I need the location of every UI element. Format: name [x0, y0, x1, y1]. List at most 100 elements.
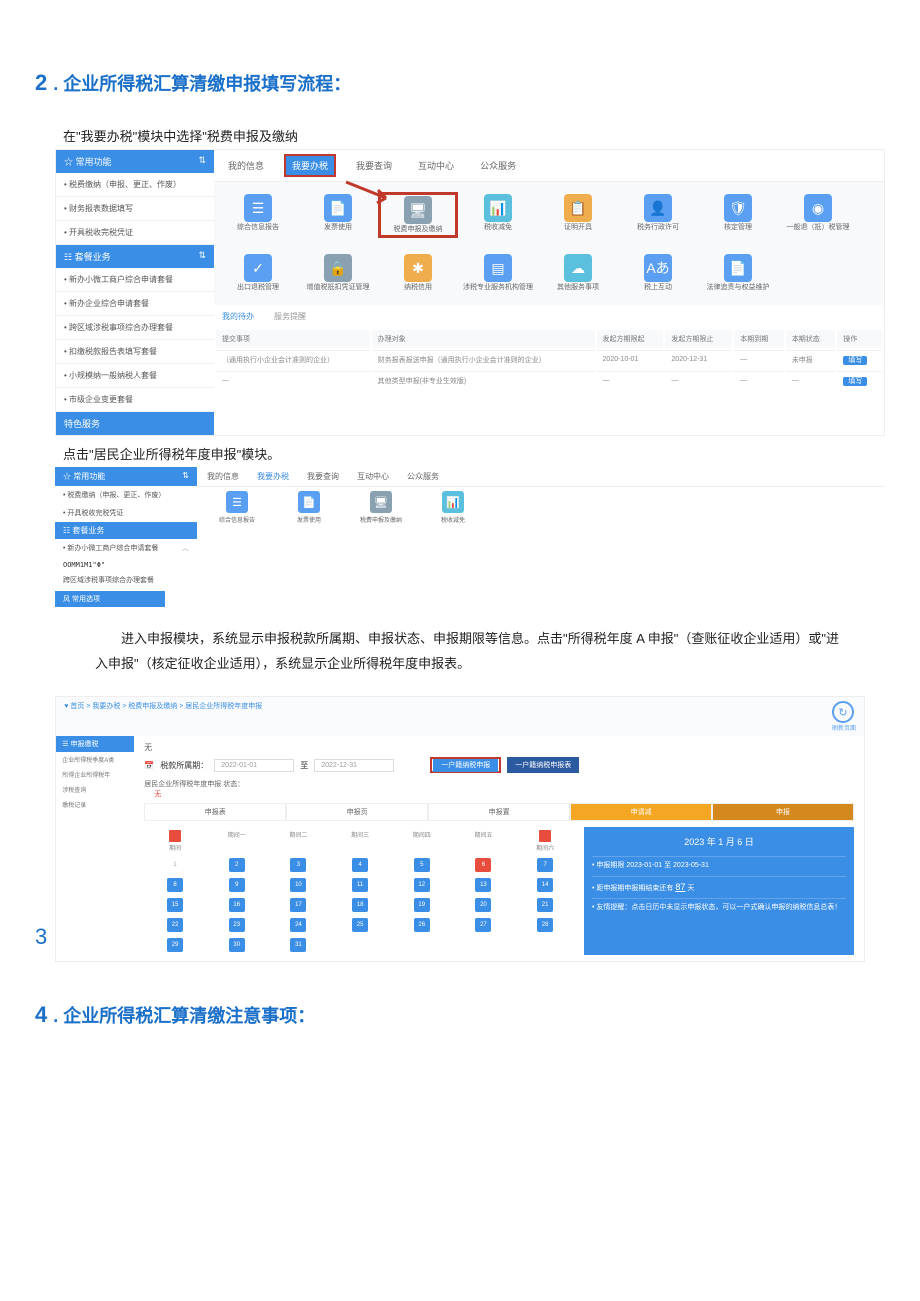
sidebar-item[interactable]: 所得企业所得税年 — [56, 767, 134, 782]
calendar-cell[interactable]: 15 — [144, 895, 206, 915]
calendar-cell[interactable]: 9 — [206, 875, 268, 895]
report-a-button[interactable]: 一户籍纳税申报 — [433, 759, 498, 772]
sidebar-item[interactable]: • 新办小微工商户综合申请套餐 — [56, 268, 214, 292]
sidebar-item[interactable]: • 开具税收完税凭证 — [56, 221, 214, 245]
service-tile[interactable]: ▤涉税专业服务机构管理 — [458, 250, 538, 296]
service-tile[interactable]: ✱纳税信用 — [378, 250, 458, 296]
tab-myinfo[interactable]: 我的信息 — [222, 156, 270, 175]
service-tile[interactable]: 📊税收减免 — [458, 190, 538, 240]
calendar-cell[interactable] — [391, 935, 453, 955]
service-tile[interactable]: 📋证明开具 — [538, 190, 618, 240]
calendar-cell[interactable] — [453, 935, 515, 955]
calendar-cell[interactable]: 29 — [144, 935, 206, 955]
tab-query[interactable]: 我要查询 — [305, 469, 341, 484]
table-row: （通用执行小企业会计准则的企业）财务报表报送申报（通用执行小企业会计准则的企业）… — [216, 350, 882, 369]
tab-interact[interactable]: 互动中心 — [412, 156, 460, 175]
calendar-cell[interactable]: 16 — [206, 895, 268, 915]
subtab-todo[interactable]: 我的待办 — [222, 309, 254, 324]
calendar-cell[interactable]: 27 — [453, 915, 515, 935]
sidebar-item[interactable]: • 小规模纳一般纳税人套餐 — [56, 364, 214, 388]
date-from-input[interactable]: 2022-01-01 — [214, 759, 294, 772]
service-tile[interactable]: 🛡核定管理 — [698, 190, 778, 240]
tab-public[interactable]: 公众服务 — [474, 156, 522, 175]
section-4-title: . 企业所得税汇算清缴注意事项： — [53, 1006, 315, 1026]
refresh-button[interactable]: ↻刷新页面 — [832, 701, 856, 732]
date-to-input[interactable]: 2022-12-31 — [314, 759, 394, 772]
calendar-cell[interactable]: 2 — [206, 855, 268, 875]
calendar-cell[interactable]: 10 — [268, 875, 330, 895]
calendar-cell[interactable]: 25 — [329, 915, 391, 935]
tab-query[interactable]: 我要查询 — [350, 156, 398, 175]
calendar-cell[interactable]: 22 — [144, 915, 206, 935]
calendar-cell[interactable]: 28 — [514, 915, 576, 935]
calendar-cell[interactable]: 14 — [514, 875, 576, 895]
calendar-cell[interactable]: 19 — [391, 895, 453, 915]
sidebar-item[interactable]: 缴税记录 — [56, 797, 134, 812]
sidebar-item[interactable]: • 税费缴纳（申报、更正、作废） — [55, 486, 197, 504]
calendar-cell[interactable]: 24 — [268, 915, 330, 935]
tab-handle-tax[interactable]: 我要办税 — [284, 154, 336, 177]
tab-interact[interactable]: 互动中心 — [355, 469, 391, 484]
service-tile[interactable]: 📄发票使用 — [273, 491, 345, 524]
sidebar-item[interactable]: • 财务报表数据填写 — [56, 197, 214, 221]
calendar-cell[interactable]: 5 — [391, 855, 453, 875]
sidebar-item[interactable]: • 开具税收完税凭证 — [55, 504, 197, 522]
sidebar-item[interactable]: • 新办小微工商户综合申请套餐 ︿ — [55, 539, 197, 557]
collapse-icon[interactable]: ⇅ — [182, 471, 189, 482]
sidebar-item[interactable]: • 市级企业变更套餐 — [56, 388, 214, 412]
calendar-cell[interactable]: 17 — [268, 895, 330, 915]
calendar-cell[interactable]: 23 — [206, 915, 268, 935]
calendar-cell[interactable]: 3 — [268, 855, 330, 875]
report-b-button[interactable]: 一户籍纳税申报表 — [507, 757, 579, 773]
service-tile[interactable]: ✓出口退税管理 — [218, 250, 298, 296]
breadcrumb-path[interactable]: ♥ 首页 > 我要办税 > 税费申报及缴纳 > 居民企业所得税年度申报 — [64, 701, 262, 732]
calendar-cell[interactable]: 6 — [453, 855, 515, 875]
service-tile[interactable]: Aあ税上互动 — [618, 250, 698, 296]
sidebar-item[interactable]: • 税费缴纳（申报、更正、作废） — [56, 173, 214, 197]
service-tile[interactable]: ☁其他服务事项 — [538, 250, 618, 296]
collapse-icon[interactable]: ⇅ — [198, 155, 206, 168]
instruction-1: 在"我要办税"模块中选择"税费申报及缴纳 — [63, 126, 885, 145]
service-tile[interactable]: ◉一般退（抵）税管理 — [778, 190, 858, 240]
tab-myinfo[interactable]: 我的信息 — [205, 469, 241, 484]
calendar-cell[interactable]: 4 — [329, 855, 391, 875]
action-button[interactable]: 填写 — [843, 356, 867, 365]
action-button[interactable]: 填写 — [843, 377, 867, 386]
calendar-cell[interactable]: 31 — [268, 935, 330, 955]
expand-icon[interactable]: ⇅ — [198, 250, 206, 261]
sidebar-item[interactable]: • 扣缴税款报告表填写套餐 — [56, 340, 214, 364]
service-tile[interactable]: ☰综合信息报告 — [201, 491, 273, 524]
calendar-cell[interactable] — [514, 935, 576, 955]
paragraph-1: 进入申报模块，系统显示申报税款所属期、申报状态、申报期限等信息。点击"所得税年度… — [95, 627, 850, 676]
subtab-reminder[interactable]: 服务提醒 — [274, 309, 306, 324]
calendar-cell[interactable]: 1 — [144, 855, 206, 875]
footer-bar[interactable]: 风 常用选项 — [55, 591, 165, 607]
calendar-cell[interactable]: 13 — [453, 875, 515, 895]
calendar-cell[interactable]: 30 — [206, 935, 268, 955]
calendar-cell[interactable]: 21 — [514, 895, 576, 915]
sidebar-item[interactable]: 涉税查询 — [56, 782, 134, 797]
service-tile[interactable]: 🖥税费申报及缴纳 — [345, 491, 417, 524]
service-icon: Aあ — [644, 254, 672, 282]
tab-handle-tax[interactable]: 我要办税 — [255, 469, 291, 484]
calendar-cell[interactable] — [329, 935, 391, 955]
calendar-cell[interactable]: 26 — [391, 915, 453, 935]
sidebar-item[interactable]: • 跨区域涉税事项综合办理套餐 — [56, 316, 214, 340]
calendar-cell[interactable]: 7 — [514, 855, 576, 875]
service-tile[interactable]: 📊税收减免 — [417, 491, 489, 524]
sidebar-item[interactable]: 企业所得税季度A类 — [56, 752, 134, 767]
service-tile[interactable]: 📄法律追责与权益维护 — [698, 250, 778, 296]
sidebar-item[interactable]: • 新办企业综合申请套餐 — [56, 292, 214, 316]
calendar-cell[interactable]: 18 — [329, 895, 391, 915]
service-tile[interactable]: 🔒增值税抵扣凭证管理 — [298, 250, 378, 296]
top-tabs: 我的信息 我要办税 我要查询 互动中心 公众服务 — [214, 150, 884, 182]
service-tile[interactable]: ☰综合信息报告 — [218, 190, 298, 240]
tab-public[interactable]: 公众服务 — [405, 469, 441, 484]
chevron-up-icon: ︿ — [182, 543, 189, 553]
calendar-cell[interactable]: 20 — [453, 895, 515, 915]
calendar-cell[interactable]: 11 — [329, 875, 391, 895]
service-icon: 🖥 — [370, 491, 392, 513]
calendar-cell[interactable]: 8 — [144, 875, 206, 895]
calendar-cell[interactable]: 12 — [391, 875, 453, 895]
service-tile[interactable]: 👤税务行政许可 — [618, 190, 698, 240]
